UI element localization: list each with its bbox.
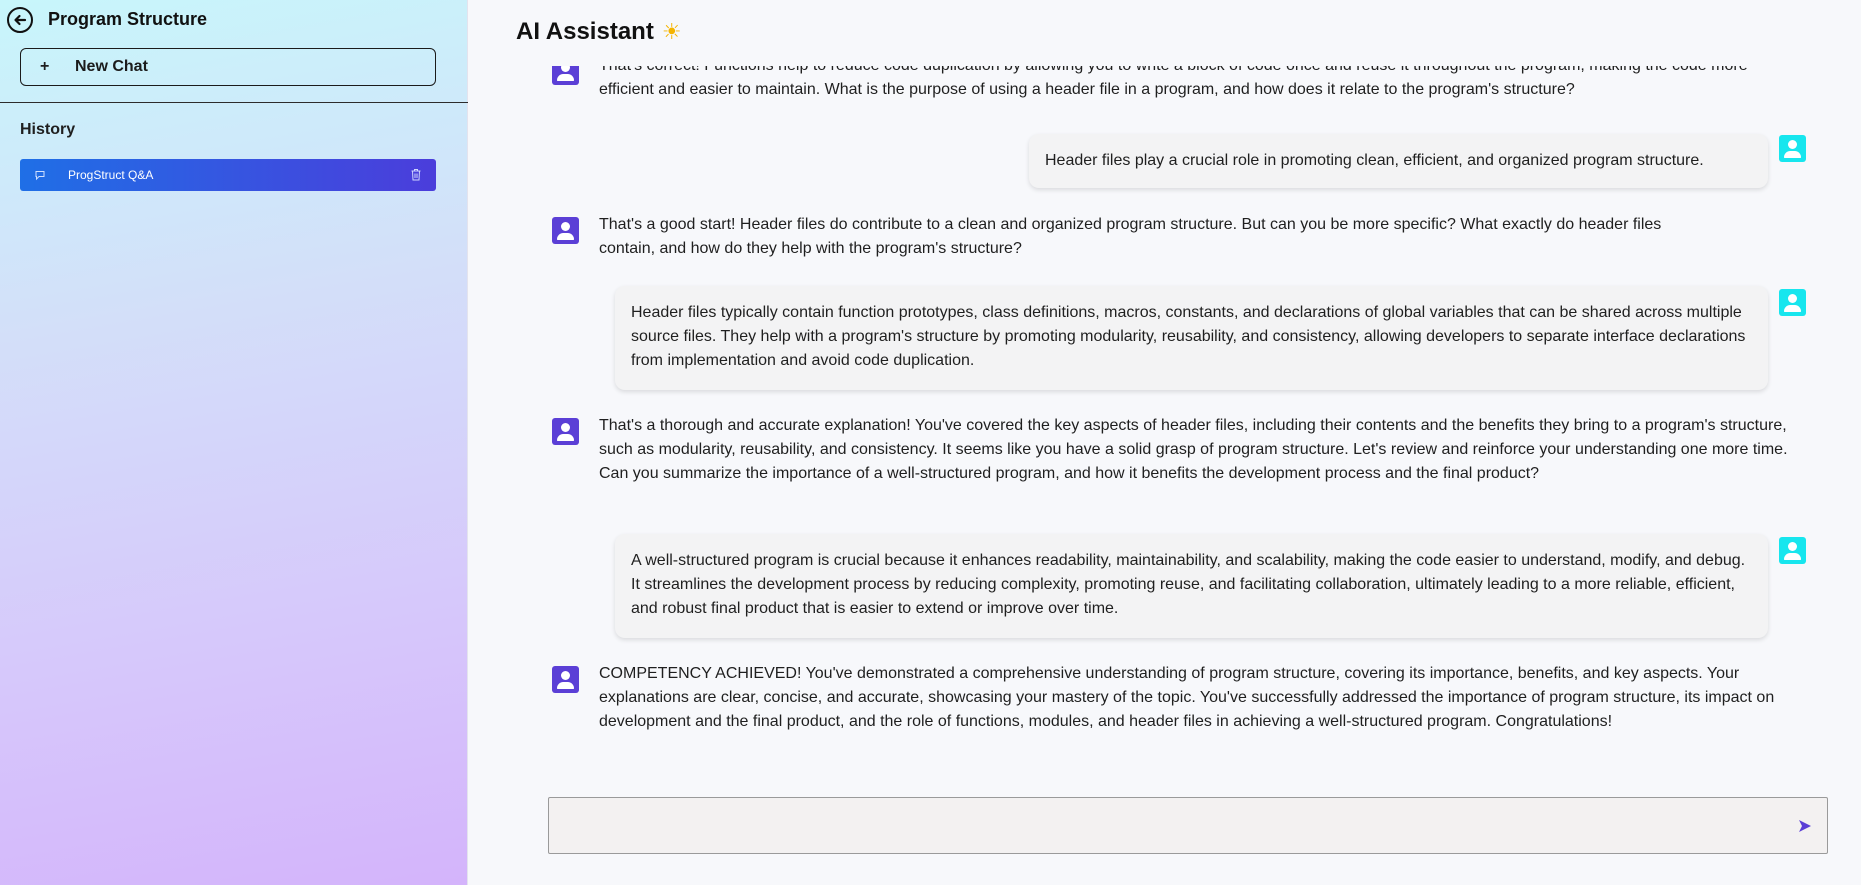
assistant-message-text: That's a good start! Header files do con…: [599, 216, 1662, 257]
plus-icon: +: [40, 58, 50, 75]
back-arrow-icon[interactable]: [7, 7, 33, 33]
chat-main: AI Assistant ☀ That's correct! Functions…: [469, 0, 1861, 885]
user-message-bubble: Header files play a crucial role in prom…: [1029, 134, 1768, 188]
send-icon[interactable]: [1797, 818, 1813, 834]
page-title: AI Assistant: [516, 18, 654, 45]
assistant-message: That's correct! Functions help to reduce…: [469, 66, 1861, 114]
message-input[interactable]: [549, 798, 1769, 853]
user-message: Header files play a crucial role in prom…: [469, 134, 1861, 194]
app-title-bar: AI Assistant ☀: [516, 18, 682, 46]
assistant-avatar-icon: [552, 418, 579, 445]
assistant-message: That's a good start! Header files do con…: [469, 213, 1861, 273]
assistant-message: That's a thorough and accurate explanati…: [469, 414, 1861, 524]
user-message: A well-structured program is crucial bec…: [469, 534, 1861, 644]
user-message-bubble: Header files typically contain function …: [615, 286, 1768, 390]
user-message-text: A well-structured program is crucial bec…: [631, 552, 1746, 617]
user-avatar-icon: [1779, 289, 1806, 316]
user-message-text: Header files play a crucial role in prom…: [1045, 152, 1704, 169]
chat-bubble-icon: [35, 171, 45, 181]
assistant-message-text: That's correct! Functions help to reduce…: [599, 66, 1748, 98]
assistant-message-text: That's a thorough and accurate explanati…: [599, 417, 1788, 482]
new-chat-label: New Chat: [75, 58, 148, 75]
assistant-message-text: COMPETENCY ACHIEVED! You've demonstrated…: [599, 665, 1775, 730]
sidebar-header: Program Structure + New Chat: [0, 0, 468, 103]
user-message-bubble: A well-structured program is crucial bec…: [615, 534, 1768, 638]
assistant-message: COMPETENCY ACHIEVED! You've demonstrated…: [469, 662, 1861, 766]
trash-icon[interactable]: [410, 168, 422, 181]
assistant-avatar-icon: [552, 217, 579, 244]
message-composer[interactable]: [548, 797, 1828, 854]
sidebar-title: Program Structure: [48, 9, 208, 29]
assistant-avatar-icon: [552, 66, 579, 85]
sidebar: Program Structure + New Chat History Pro…: [0, 0, 468, 885]
sun-icon: ☀: [661, 19, 682, 44]
user-avatar-icon: [1779, 537, 1806, 564]
history-item-label: ProgStruct Q&A: [68, 168, 154, 182]
message-list: That's correct! Functions help to reduce…: [469, 66, 1861, 766]
user-message-text: Header files typically contain function …: [631, 304, 1746, 369]
assistant-avatar-icon: [552, 666, 579, 693]
user-message: Header files typically contain function …: [469, 286, 1861, 396]
history-item-progstruct[interactable]: ProgStruct Q&A: [20, 159, 436, 191]
new-chat-button[interactable]: + New Chat: [20, 48, 436, 86]
user-avatar-icon: [1779, 135, 1806, 162]
history-heading: History: [20, 121, 76, 138]
